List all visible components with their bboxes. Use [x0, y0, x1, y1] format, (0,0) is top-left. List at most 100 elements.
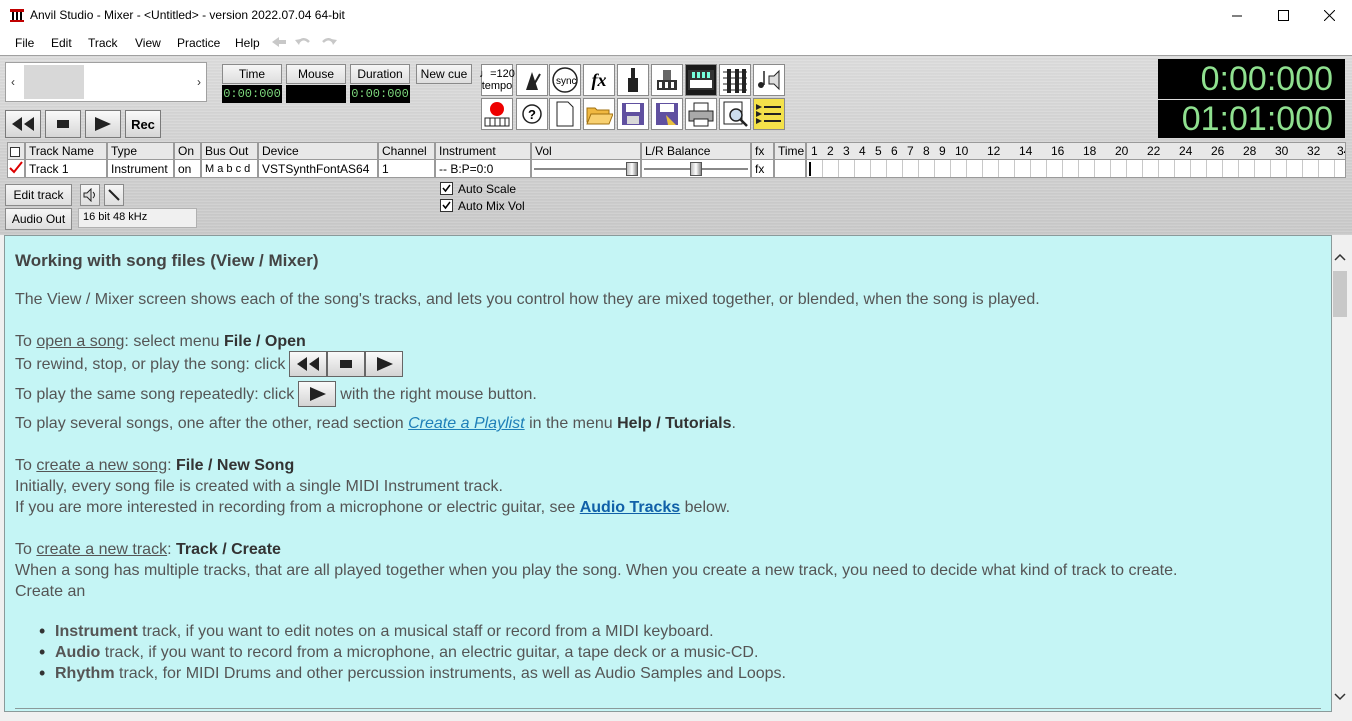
audio-input-button[interactable]: [617, 64, 649, 96]
scroll-up-icon[interactable]: [1334, 253, 1346, 261]
track-on-cell[interactable]: on: [174, 159, 201, 178]
playhead-cursor: [809, 162, 811, 176]
scroller-thumb[interactable]: [24, 65, 84, 99]
piano-roll-button[interactable]: [685, 64, 717, 96]
auto-mix-vol-checkbox[interactable]: [440, 199, 453, 212]
scroll-right-icon[interactable]: ›: [197, 75, 201, 89]
metronome-button[interactable]: [516, 64, 548, 96]
save-button[interactable]: [617, 98, 649, 130]
volume-slider[interactable]: [531, 159, 641, 178]
play-button[interactable]: [85, 110, 121, 138]
mouse-button[interactable]: Mouse: [286, 64, 346, 84]
track-list-button[interactable]: [753, 98, 785, 130]
menu-help[interactable]: Help: [235, 36, 260, 50]
header-vol[interactable]: Vol: [531, 142, 641, 159]
header-lr-balance[interactable]: L/R Balance: [641, 142, 751, 159]
minimize-button[interactable]: [1214, 0, 1260, 31]
select-all-checkbox[interactable]: [10, 147, 20, 157]
audio-tracks-link[interactable]: Audio Tracks: [580, 499, 680, 516]
play-icon: [310, 387, 327, 401]
track-time-cell[interactable]: [774, 159, 806, 178]
fx-button[interactable]: fx: [583, 64, 615, 96]
menu-practice[interactable]: Practice: [177, 36, 220, 50]
help-stop-button[interactable]: [327, 351, 366, 377]
duration-button[interactable]: Duration: [350, 64, 410, 84]
help-rewind-button[interactable]: [289, 351, 328, 377]
help-play-repeat-button[interactable]: [298, 381, 337, 407]
header-instrument[interactable]: Instrument: [435, 142, 531, 159]
track-name-cell[interactable]: Track 1: [25, 159, 107, 178]
back-arrow-icon[interactable]: [270, 34, 288, 50]
header-fx[interactable]: fx: [751, 142, 774, 159]
record-button[interactable]: Rec: [125, 110, 161, 138]
header-device[interactable]: Device: [258, 142, 378, 159]
menu-view[interactable]: View: [135, 36, 161, 50]
scrollbar-thumb[interactable]: [1333, 271, 1347, 317]
new-file-button[interactable]: [549, 98, 581, 130]
tempo-button[interactable]: ♩=120 tempo: [479, 64, 515, 96]
record-midi-button[interactable]: [481, 98, 513, 130]
track-channel-cell[interactable]: 1: [378, 159, 435, 178]
timeline-ruler[interactable]: 12345678910121416182022242628303234: [806, 142, 1346, 159]
header-type[interactable]: Type: [107, 142, 174, 159]
undo-icon[interactable]: [294, 34, 312, 50]
open-file-button[interactable]: [583, 98, 615, 130]
menu-file[interactable]: File: [15, 36, 34, 50]
menu-edit[interactable]: Edit: [51, 36, 72, 50]
track-type-cell[interactable]: Instrument: [107, 159, 174, 178]
redo-icon[interactable]: [320, 34, 338, 50]
song-position-scroller[interactable]: ‹ ›: [5, 62, 207, 102]
speaker-button[interactable]: [80, 184, 100, 206]
time-button[interactable]: Time: [222, 64, 282, 84]
minimize-icon: [1231, 15, 1242, 17]
help-scrollbar[interactable]: [1332, 235, 1348, 712]
mixer-view-button[interactable]: [719, 64, 751, 96]
track-device-cell[interactable]: VSTSynthFontAS64: [258, 159, 378, 178]
volume-thumb[interactable]: [626, 162, 638, 176]
timeline-measure-20: 20: [1115, 144, 1129, 158]
audio-out-button[interactable]: Audio Out: [5, 208, 72, 230]
help-new-track-mid: :: [167, 541, 176, 558]
sound-notes-button[interactable]: [753, 64, 785, 96]
print-button[interactable]: [685, 98, 717, 130]
header-channel[interactable]: Channel: [378, 142, 435, 159]
sync-button[interactable]: sync: [549, 64, 581, 96]
edit-track-button[interactable]: Edit track: [5, 184, 72, 206]
bullet-instrument-text: track, if you want to edit notes on a mu…: [137, 623, 714, 640]
svg-text:?: ?: [528, 107, 536, 122]
save-as-button[interactable]: [651, 98, 683, 130]
balance-thumb[interactable]: [690, 162, 702, 176]
timeline-measure-2: 2: [827, 144, 834, 158]
anvil-app-icon: [9, 7, 25, 23]
header-on[interactable]: On: [174, 142, 201, 159]
balance-slider[interactable]: [641, 159, 751, 178]
scroll-left-icon[interactable]: ‹: [11, 75, 15, 89]
auto-scale-checkbox[interactable]: [440, 182, 453, 195]
stop-button[interactable]: [45, 110, 81, 138]
close-button[interactable]: [1306, 0, 1352, 31]
header-bus-out[interactable]: Bus Out: [201, 142, 258, 159]
track-timeline[interactable]: [806, 159, 1346, 178]
create-playlist-link[interactable]: Create a Playlist: [408, 415, 525, 432]
track-selected-check[interactable]: [7, 159, 25, 178]
menu-track[interactable]: Track: [88, 36, 118, 50]
header-time[interactable]: Time: [774, 142, 806, 159]
open-folder-icon: [586, 107, 613, 125]
new-cue-button[interactable]: New cue: [416, 64, 472, 84]
header-track-name[interactable]: Track Name: [25, 142, 107, 159]
play-icon: [377, 357, 394, 371]
print-preview-button[interactable]: [719, 98, 751, 130]
maximize-button[interactable]: [1260, 0, 1306, 31]
track-bus-out-cell[interactable]: M a b c d: [201, 159, 258, 178]
track-fx-cell[interactable]: fx: [751, 159, 774, 178]
help-button[interactable]: ?: [516, 98, 548, 130]
sync-icon: sync: [552, 67, 578, 93]
rewind-button[interactable]: [5, 110, 41, 138]
select-all-header[interactable]: [7, 142, 25, 159]
audio-plug-button[interactable]: [104, 184, 124, 206]
scroll-down-icon[interactable]: [1334, 693, 1346, 701]
mixer-device-button[interactable]: [651, 64, 683, 96]
track-instrument-cell[interactable]: -- B:P=0:0: [435, 159, 531, 178]
help-play-button[interactable]: [365, 351, 404, 377]
play-icon: [95, 117, 111, 131]
